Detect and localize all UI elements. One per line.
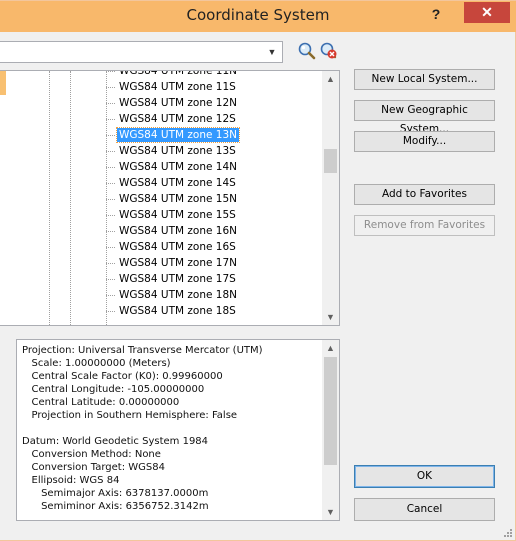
scroll-thumb[interactable] (324, 149, 337, 173)
info-line: Central Scale Factor (K0): 0.99960000 (22, 371, 223, 382)
tree-item-label: WGS84 UTM zone 16S (119, 241, 236, 253)
scroll-down-icon[interactable]: ▼ (322, 504, 339, 520)
tree-item[interactable]: WGS84 UTM zone 16S (106, 239, 239, 255)
search-icon[interactable] (297, 41, 317, 61)
tree-item[interactable]: WGS84 UTM zone 13N (106, 127, 240, 143)
tree-item-label: WGS84 UTM zone 17S (119, 273, 236, 285)
tree-item-label: WGS84 UTM zone 13N (116, 127, 240, 143)
coordinate-system-dialog: Coordinate System ? ✕ ▼ WGS84 UTM zone 1… (0, 0, 516, 541)
projection-info-text: Projection: Universal Transverse Mercato… (22, 344, 263, 513)
help-button[interactable]: ? (426, 4, 446, 24)
close-button[interactable]: ✕ (464, 2, 510, 23)
tree-item[interactable]: WGS84 UTM zone 12S (106, 111, 239, 127)
projection-info-panel: Projection: Universal Transverse Mercato… (16, 339, 340, 521)
tree-item-label: WGS84 UTM zone 18N (119, 289, 237, 301)
tree-item[interactable]: WGS84 UTM zone 15N (106, 191, 239, 207)
info-line: Central Latitude: 0.00000000 (22, 397, 180, 408)
info-line: Semimajor Axis: 6378137.0000m (22, 488, 209, 499)
info-line: Ellipsoid: WGS 84 (22, 475, 120, 486)
tree-item[interactable]: WGS84 UTM zone 12N (106, 95, 239, 111)
tree-item[interactable]: WGS84 UTM zone 14S (106, 175, 239, 191)
tree-item[interactable]: WGS84 UTM zone 15S (106, 207, 239, 223)
info-line: Datum: World Geodetic System 1984 (22, 436, 209, 447)
tree-item-label: WGS84 UTM zone 12N (119, 97, 237, 109)
resize-grip-icon[interactable] (503, 528, 513, 538)
tree-item-label: WGS84 UTM zone 18S (119, 305, 236, 317)
info-line (22, 422, 263, 435)
tree-item-label: WGS84 UTM zone 11N (119, 70, 237, 77)
tree-item-label: WGS84 UTM zone 17N (119, 257, 237, 269)
info-line: Central Longitude: -105.00000000 (22, 384, 205, 395)
tree-left-strip (0, 71, 6, 95)
tree-scrollbar[interactable]: ▲ ▼ (322, 71, 339, 325)
info-line: Conversion Target: WGS84 (22, 462, 165, 473)
scroll-thumb[interactable] (324, 357, 337, 465)
tree-item-label: WGS84 UTM zone 12S (119, 113, 236, 125)
remove-from-favorites-button[interactable]: Remove from Favorites (354, 215, 495, 236)
scroll-up-icon[interactable]: ▲ (322, 71, 339, 87)
tree-guide-line (49, 71, 50, 325)
new-geographic-system-button[interactable]: New Geographic System... (354, 100, 495, 135)
tree-item-label: WGS84 UTM zone 14N (119, 161, 237, 173)
tree-item-label: WGS84 UTM zone 16N (119, 225, 237, 237)
tree-item-label: WGS84 UTM zone 11S (119, 81, 236, 93)
search-combobox[interactable]: ▼ (0, 41, 283, 63)
tree-item-label: WGS84 UTM zone 15N (119, 193, 237, 205)
tree-item[interactable]: WGS84 UTM zone 14N (106, 159, 239, 175)
tree-item[interactable]: WGS84 UTM zone 11S (106, 79, 239, 95)
info-line: Projection: Universal Transverse Mercato… (22, 345, 263, 356)
tree-items: WGS84 UTM zone 11N WGS84 UTM zone 11S WGS8… (106, 70, 240, 319)
info-line: Projection in Southern Hemisphere: False (22, 410, 238, 421)
tree-item-label: WGS84 UTM zone 13S (119, 145, 236, 157)
tree-item-label: WGS84 UTM zone 14S (119, 177, 236, 189)
scroll-down-icon[interactable]: ▼ (322, 309, 339, 325)
add-to-favorites-button[interactable]: Add to Favorites (354, 184, 495, 205)
tree-item[interactable]: WGS84 UTM zone 18N (106, 287, 239, 303)
ok-button[interactable]: OK (354, 465, 495, 488)
coordinate-system-tree[interactable]: WGS84 UTM zone 11N WGS84 UTM zone 11S WGS8… (0, 70, 340, 326)
tree-item-label: WGS84 UTM zone 15S (119, 209, 236, 221)
tree-item[interactable]: WGS84 UTM zone 13S (106, 143, 239, 159)
info-scrollbar[interactable]: ▲ ▼ (322, 340, 339, 520)
scroll-up-icon[interactable]: ▲ (322, 340, 339, 356)
new-local-system-button[interactable]: New Local System... (354, 69, 495, 90)
tree-item[interactable]: WGS84 UTM zone 16N (106, 223, 239, 239)
tree-guide-line (70, 71, 71, 325)
info-line: Scale: 1.00000000 (Meters) (22, 358, 171, 369)
info-line: Semiminor Axis: 6356752.3142m (22, 501, 209, 512)
modify-button[interactable]: Modify... (354, 131, 495, 152)
info-line: Conversion Method: None (22, 449, 161, 460)
tree-item[interactable]: WGS84 UTM zone 17S (106, 271, 239, 287)
tree-item[interactable]: WGS84 UTM zone 17N (106, 255, 239, 271)
tree-item[interactable]: WGS84 UTM zone 18S (106, 303, 239, 319)
title-bar[interactable]: Coordinate System ? ✕ (0, 1, 516, 32)
cancel-button[interactable]: Cancel (354, 498, 495, 521)
clear-search-icon[interactable] (319, 41, 339, 61)
tree-item[interactable]: WGS84 UTM zone 11N (106, 70, 239, 79)
chevron-down-icon[interactable]: ▼ (266, 45, 278, 59)
